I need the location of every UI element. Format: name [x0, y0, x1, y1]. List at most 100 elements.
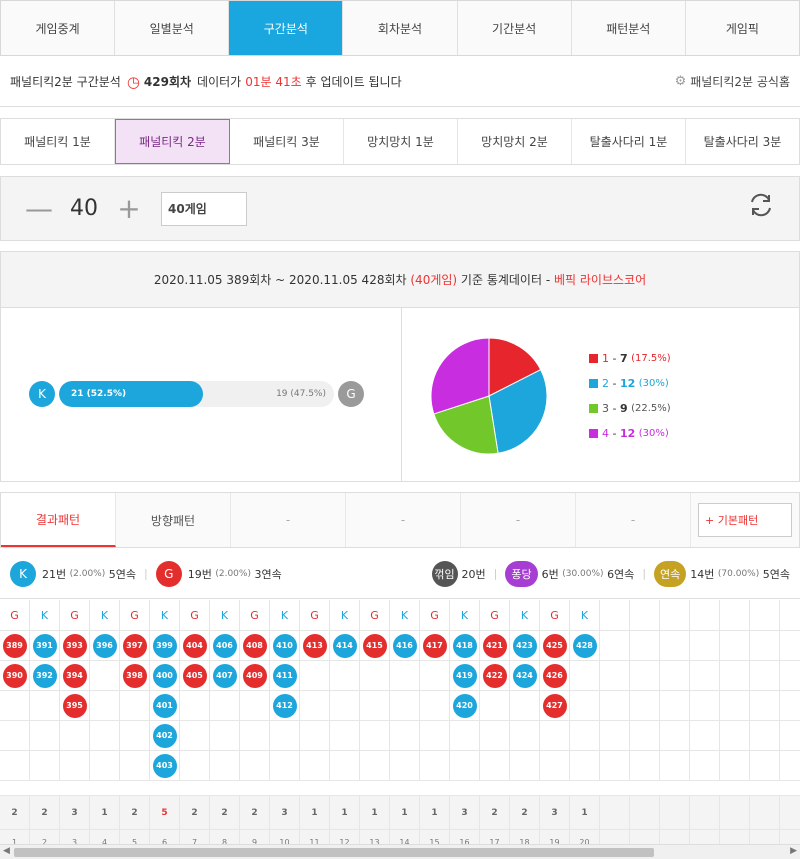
round-ball: 420 [452, 693, 477, 718]
tab-round-analysis[interactable]: 회차분석 [343, 1, 458, 55]
round-ball: 411 [272, 663, 297, 688]
grid-cell: 389 [0, 631, 30, 661]
clock-icon: ◷ [126, 72, 140, 91]
k-badge: K [29, 381, 55, 407]
round-ball: 398 [122, 663, 147, 688]
k-summary: K 21번 (2.00%) 5연속 [10, 560, 136, 587]
game-tab-hammer-1[interactable]: 망치망치 1분 [344, 119, 458, 164]
game-tab-ladder-3[interactable]: 탈출사다리 3분 [686, 119, 799, 164]
round-ball: 424 [512, 663, 537, 688]
grid-cell [630, 631, 660, 661]
info-suffix: 후 업데이트 됩니다 [305, 75, 402, 89]
tab-direction-pattern[interactable]: 방향패턴 [116, 493, 231, 547]
game-tab-penalty-2[interactable]: 패널티킥 2분 [115, 119, 230, 164]
grid-cell [660, 631, 690, 661]
tab-result-pattern[interactable]: 결과패턴 [1, 493, 116, 547]
tab-pattern-analysis[interactable]: 패턴분석 [572, 1, 686, 55]
grid-cell [750, 721, 780, 751]
round-ball: 399 [152, 633, 177, 658]
separator: | [642, 567, 647, 580]
official-home-link[interactable]: ⚙ 패널티킥2분 공식홈 [675, 73, 790, 90]
grid-cell: 397 [120, 631, 150, 661]
column-header: K [210, 600, 240, 631]
grid-cell [390, 691, 420, 721]
grid-cell [420, 751, 450, 781]
tab-period-analysis[interactable]: 기간분석 [458, 1, 572, 55]
streak-count: 2 [240, 796, 270, 830]
round-ball: 418 [452, 633, 477, 658]
grid-cell [120, 691, 150, 721]
grid-spacer [0, 781, 800, 796]
streak-count: 1 [90, 796, 120, 830]
game-tab-penalty-1[interactable]: 패널티킥 1분 [1, 119, 115, 164]
g-ratio-text: 19 (47.5%) [276, 389, 326, 399]
game-tab-hammer-2[interactable]: 망치망치 2분 [458, 119, 572, 164]
link-icon: ⚙ [674, 74, 687, 89]
legend-swatch [589, 404, 598, 413]
horizontal-scrollbar[interactable]: ◀ ▶ [0, 844, 800, 859]
basic-pattern-button[interactable]: + 기본패턴 [698, 503, 792, 537]
grid-cell: 421 [480, 631, 510, 661]
grid-cell [750, 751, 780, 781]
grid-cell [510, 721, 540, 751]
grid-cell: 395 [60, 691, 90, 721]
grid-cell [660, 691, 690, 721]
column-header [660, 600, 690, 631]
column-header: K [330, 600, 360, 631]
grid-cell: 423 [510, 631, 540, 661]
legend-count: 12 [619, 427, 636, 440]
grid-cell: 416 [390, 631, 420, 661]
tab-game-broadcast[interactable]: 게임중계 [1, 1, 116, 55]
game-tab-ladder-1[interactable]: 탈출사다리 1분 [572, 119, 686, 164]
grid-cell [630, 751, 660, 781]
grid-cell: 409 [240, 661, 270, 691]
grid-cell: 402 [150, 721, 180, 751]
column-header: G [120, 600, 150, 631]
grid-cell [240, 721, 270, 751]
round-ball: 422 [482, 663, 507, 688]
game-tab-penalty-3[interactable]: 패널티킥 3분 [230, 119, 344, 164]
legend-label: 1 [602, 352, 609, 365]
scroll-right-arrow-icon[interactable]: ▶ [790, 846, 797, 856]
streak-count: 1 [390, 796, 420, 830]
streak-count: 3 [60, 796, 90, 830]
game-count-select[interactable]: 40게임 [161, 191, 247, 226]
grid-cell [720, 631, 750, 661]
tab-game-pick[interactable]: 게임픽 [686, 1, 799, 55]
round-ball: 427 [542, 693, 567, 718]
grid-cell: 404 [180, 631, 210, 661]
grid-cell [60, 751, 90, 781]
stats-brand: 베픽 라이브스코어 [554, 273, 647, 287]
info-mid: 데이터가 [197, 75, 242, 89]
round-ball: 404 [182, 633, 207, 658]
grid-cell: 391 [30, 631, 60, 661]
grid-cell [690, 661, 720, 691]
grid-cell: 407 [210, 661, 240, 691]
grid-cell [390, 721, 420, 751]
game-count-value: 40 [70, 196, 98, 221]
grid-cell [750, 661, 780, 691]
g-pct: (2.00%) [215, 568, 251, 579]
scrollbar-thumb[interactable] [14, 848, 654, 857]
tab-daily-analysis[interactable]: 일별분석 [115, 1, 230, 55]
refresh-icon[interactable] [747, 191, 775, 226]
grid-cell: 424 [510, 661, 540, 691]
stats-header: 2020.11.05 389회차 ~ 2020.11.05 428회차 (40게… [1, 252, 799, 308]
grid-cell: 412 [270, 691, 300, 721]
round-ball: 428 [572, 633, 597, 658]
streak-count: 1 [420, 796, 450, 830]
bounce-badge: 퐁당 [505, 560, 538, 587]
grid-cell [630, 691, 660, 721]
column-header: G [480, 600, 510, 631]
increase-button[interactable]: + [115, 192, 143, 225]
streak-count: 3 [450, 796, 480, 830]
decrease-button[interactable]: — [25, 192, 53, 225]
scroll-left-arrow-icon[interactable]: ◀ [3, 846, 10, 856]
grid-cell [120, 721, 150, 751]
round-ball: 402 [152, 723, 177, 748]
grid-cell [60, 721, 90, 751]
tab-range-analysis[interactable]: 구간분석 [229, 1, 344, 55]
column-header [690, 600, 720, 631]
grid-cell [240, 751, 270, 781]
grid-cell [180, 721, 210, 751]
